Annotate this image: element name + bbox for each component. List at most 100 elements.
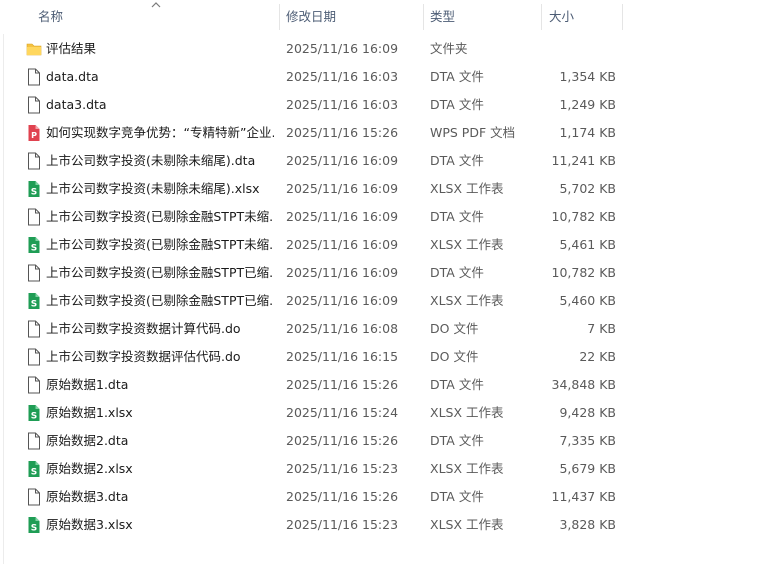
file-size: 1,354 KB	[559, 69, 616, 84]
file-type: XLSX 工作表	[430, 237, 504, 252]
file-name: 原始数据1.xlsx	[46, 405, 133, 420]
column-divider[interactable]	[622, 4, 623, 30]
file-size: 11,241 KB	[551, 153, 616, 168]
file-row[interactable]: 原始数据1.dta 2025/11/16 15:26 DTA 文件 34,848 KB	[0, 371, 758, 399]
sort-ascending-icon	[151, 2, 161, 8]
file-row[interactable]: S 原始数据2.xlsx 2025/11/16 15:23 XLSX 工作表 5,679…	[0, 455, 758, 483]
file-name: 上市公司数字投资数据评估代码.do	[46, 349, 241, 364]
file-size: 3,828 KB	[559, 517, 616, 532]
file-row[interactable]: 上市公司数字投资数据计算代码.do 2025/11/16 16:08 DO 文件 7 …	[0, 315, 758, 343]
file-type: 文件夹	[430, 41, 468, 56]
svg-text:S: S	[31, 524, 37, 534]
file-row[interactable]: S 上市公司数字投资(已剔除金融STPT未缩... 2025/11/16 16:09…	[0, 231, 758, 259]
file-modified-date: 2025/11/16 16:03	[286, 69, 399, 84]
file-icon	[26, 264, 42, 282]
file-icon	[26, 208, 42, 226]
xlsx-icon: S	[26, 180, 42, 198]
column-divider[interactable]	[541, 4, 542, 30]
folder-row[interactable]: 评估结果 2025/11/16 16:09 文件夹	[0, 35, 758, 63]
file-size: 11,437 KB	[551, 489, 616, 504]
file-modified-date: 2025/11/16 15:24	[286, 405, 399, 420]
file-row[interactable]: S 原始数据3.xlsx 2025/11/16 15:23 XLSX 工作表 3,828…	[0, 511, 758, 539]
file-type: DTA 文件	[430, 209, 484, 224]
column-header-name[interactable]: 名称	[38, 0, 63, 34]
file-row[interactable]: 原始数据2.dta 2025/11/16 15:26 DTA 文件 7,335 KB	[0, 427, 758, 455]
column-header-modified[interactable]: 修改日期	[286, 0, 336, 34]
file-name: 上市公司数字投资(已剔除金融STPT已缩...	[46, 265, 274, 280]
svg-text:S: S	[31, 188, 37, 198]
svg-text:P: P	[31, 131, 37, 140]
file-type: DTA 文件	[430, 433, 484, 448]
file-type: DTA 文件	[430, 377, 484, 392]
file-modified-date: 2025/11/16 15:26	[286, 377, 399, 392]
file-list: 评估结果 2025/11/16 16:09 文件夹 data.dta 2025/11/1…	[0, 35, 758, 539]
file-row[interactable]: P 如何实现数字竞争优势：“专精特新”企业... 2025/11/16 15:26 W…	[0, 119, 758, 147]
file-type: DTA 文件	[430, 489, 484, 504]
file-size: 34,848 KB	[551, 377, 616, 392]
file-type: XLSX 工作表	[430, 405, 504, 420]
file-row[interactable]: data.dta 2025/11/16 16:03 DTA 文件 1,354 KB	[0, 63, 758, 91]
file-size: 7 KB	[587, 321, 616, 336]
file-modified-date: 2025/11/16 15:26	[286, 433, 399, 448]
file-icon	[26, 432, 42, 450]
file-name: 原始数据3.dta	[46, 489, 129, 504]
file-modified-date: 2025/11/16 16:09	[286, 293, 399, 308]
file-row[interactable]: 上市公司数字投资数据评估代码.do 2025/11/16 16:15 DO 文件 22…	[0, 343, 758, 371]
file-type: DTA 文件	[430, 97, 484, 112]
file-name: 上市公司数字投资(已剔除金融STPT已缩...	[46, 293, 274, 308]
column-divider[interactable]	[279, 4, 280, 30]
file-type: XLSX 工作表	[430, 461, 504, 476]
xlsx-icon: S	[26, 292, 42, 310]
file-type: DTA 文件	[430, 153, 484, 168]
xlsx-icon: S	[26, 460, 42, 478]
file-name: 原始数据2.xlsx	[46, 461, 133, 476]
column-header: 名称 修改日期 类型 大小	[0, 0, 758, 34]
xlsx-icon: S	[26, 516, 42, 534]
file-icon	[26, 488, 42, 506]
file-name: 上市公司数字投资(已剔除金融STPT未缩...	[46, 237, 274, 252]
folder-icon	[26, 40, 42, 58]
column-divider[interactable]	[423, 4, 424, 30]
file-modified-date: 2025/11/16 16:09	[286, 265, 399, 280]
file-row[interactable]: 上市公司数字投资(已剔除金融STPT已缩... 2025/11/16 16:09 D…	[0, 259, 758, 287]
file-name: 原始数据3.xlsx	[46, 517, 133, 532]
file-modified-date: 2025/11/16 15:23	[286, 461, 399, 476]
file-size: 22 KB	[579, 349, 616, 364]
file-icon	[26, 68, 42, 86]
file-modified-date: 2025/11/16 15:26	[286, 125, 399, 140]
file-name: 原始数据1.dta	[46, 377, 129, 392]
column-header-type[interactable]: 类型	[430, 0, 455, 34]
file-type: DO 文件	[430, 321, 479, 336]
file-row[interactable]: S 原始数据1.xlsx 2025/11/16 15:24 XLSX 工作表 9,428…	[0, 399, 758, 427]
file-name: 评估结果	[46, 41, 97, 56]
file-modified-date: 2025/11/16 16:09	[286, 41, 399, 56]
file-size: 5,460 KB	[559, 293, 616, 308]
file-row[interactable]: S 上市公司数字投资(未剔除未缩尾).xlsx 2025/11/16 16:09 XL…	[0, 175, 758, 203]
file-icon	[26, 320, 42, 338]
file-modified-date: 2025/11/16 16:03	[286, 97, 399, 112]
file-name: 上市公司数字投资(已剔除金融STPT未缩...	[46, 209, 274, 224]
file-size: 7,335 KB	[559, 433, 616, 448]
file-size: 5,679 KB	[559, 461, 616, 476]
file-modified-date: 2025/11/16 16:08	[286, 321, 399, 336]
column-header-size[interactable]: 大小	[549, 0, 574, 34]
file-row[interactable]: 原始数据3.dta 2025/11/16 15:26 DTA 文件 11,437 KB	[0, 483, 758, 511]
file-size: 5,461 KB	[559, 237, 616, 252]
file-modified-date: 2025/11/16 16:15	[286, 349, 399, 364]
file-row[interactable]: data3.dta 2025/11/16 16:03 DTA 文件 1,249 KB	[0, 91, 758, 119]
svg-text:S: S	[31, 244, 37, 254]
file-size: 1,249 KB	[559, 97, 616, 112]
file-row[interactable]: 上市公司数字投资(未剔除未缩尾).dta 2025/11/16 16:09 DTA …	[0, 147, 758, 175]
file-type: WPS PDF 文档	[430, 125, 516, 140]
file-type: DTA 文件	[430, 69, 484, 84]
file-modified-date: 2025/11/16 16:09	[286, 237, 399, 252]
file-size: 1,174 KB	[559, 125, 616, 140]
file-row[interactable]: 上市公司数字投资(已剔除金融STPT未缩... 2025/11/16 16:09 D…	[0, 203, 758, 231]
file-size	[540, 35, 616, 63]
file-row[interactable]: S 上市公司数字投资(已剔除金融STPT已缩... 2025/11/16 16:09…	[0, 287, 758, 315]
xlsx-icon: S	[26, 404, 42, 422]
file-size: 10,782 KB	[551, 209, 616, 224]
file-modified-date: 2025/11/16 16:09	[286, 153, 399, 168]
svg-text:S: S	[31, 468, 37, 478]
file-name: 上市公司数字投资数据计算代码.do	[46, 321, 241, 336]
